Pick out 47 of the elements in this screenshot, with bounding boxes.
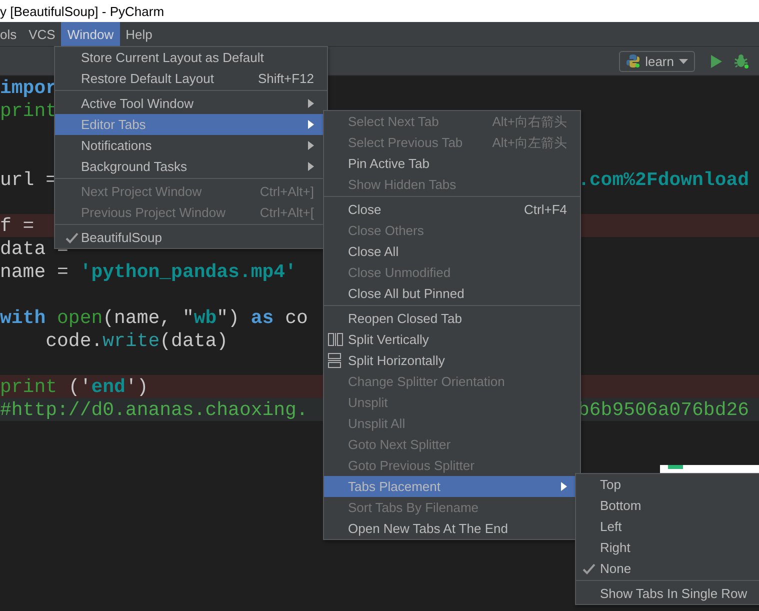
- code-line: b6b9506a076bd26: [578, 398, 750, 420]
- menu-item[interactable]: Restore Default Layout Shift+F12: [55, 68, 327, 89]
- check-icon: [65, 232, 79, 244]
- menu-item[interactable]: Split Vertically: [324, 329, 580, 350]
- check-icon: [582, 562, 596, 574]
- menu-item[interactable]: Reopen Closed Tab: [324, 308, 580, 329]
- menu-item[interactable]: Show Tabs In Single Row: [576, 583, 759, 604]
- menu-item[interactable]: Notifications: [55, 135, 327, 156]
- code-line: name = 'python_pandas.mp4': [0, 260, 296, 282]
- menu-item[interactable]: Background Tasks: [55, 156, 327, 177]
- menu-bar-item[interactable]: ols: [0, 22, 23, 46]
- menu-item[interactable]: Close All but Pinned: [324, 283, 580, 304]
- menu-item[interactable]: Right: [576, 537, 759, 558]
- menu-item[interactable]: Close All: [324, 241, 580, 262]
- submenu-arrow-icon: [308, 141, 314, 150]
- submenu-arrow-icon: [308, 120, 314, 129]
- menu-item[interactable]: Store Current Layout as Default: [55, 47, 327, 68]
- menu-item[interactable]: Left: [576, 516, 759, 537]
- menu-item[interactable]: Close Ctrl+F4: [324, 199, 580, 220]
- code-line: f =: [0, 214, 34, 236]
- code-line: print: [0, 100, 58, 122]
- submenu-arrow-icon: [308, 162, 314, 171]
- menu-bar-item[interactable]: Help: [120, 22, 158, 46]
- bug-icon[interactable]: [734, 54, 749, 68]
- menu-bar-item[interactable]: VCS: [22, 22, 62, 46]
- menu-item[interactable]: None: [576, 558, 759, 579]
- code-line: #http://d0.ananas.chaoxing.: [0, 398, 308, 420]
- code-line: code.write(data): [44, 330, 228, 352]
- python-icon: [626, 54, 640, 68]
- submenu-arrow-icon: [308, 99, 314, 108]
- menu-item[interactable]: Active Tool Window: [55, 93, 327, 114]
- code-line: impor: [0, 76, 58, 98]
- window-title: y [BeautifulSoup] - PyCharm: [0, 4, 164, 18]
- caret-icon: [679, 58, 688, 64]
- split-horizontal-icon: [328, 353, 341, 368]
- run-icon[interactable]: [711, 54, 722, 68]
- menu-bar-item[interactable]: Window: [61, 22, 120, 46]
- menu-item[interactable]: Split Horizontally: [324, 350, 580, 371]
- split-vertical-icon: [328, 333, 343, 346]
- menu-item[interactable]: Bottom: [576, 495, 759, 516]
- menu-item[interactable]: BeautifulSoup: [55, 227, 327, 248]
- code-line: .com%2Fdownload: [578, 168, 750, 190]
- run-configuration-dropdown[interactable]: learn: [619, 50, 695, 72]
- code-line: with open(name, "wb") as co: [0, 306, 308, 328]
- code-line: print ('end'): [0, 376, 148, 398]
- menu-item[interactable]: Pin Active Tab: [324, 153, 580, 174]
- submenu-arrow-icon: [561, 482, 567, 491]
